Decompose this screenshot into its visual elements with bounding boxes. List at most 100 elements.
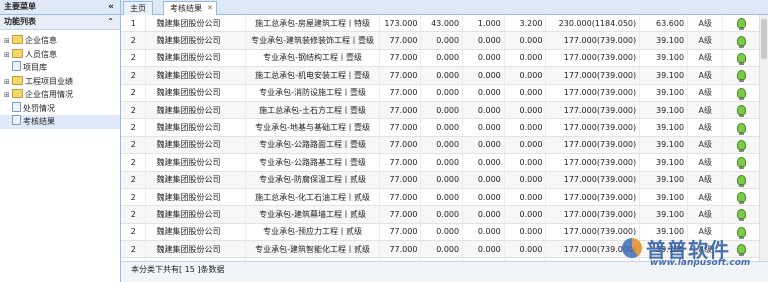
score-b: 0.000	[420, 171, 464, 189]
chevron-up-icon[interactable]: ⌃	[107, 15, 114, 29]
tree-item[interactable]: 考核结果	[0, 115, 120, 129]
total-score: 177.000(739.000)	[545, 205, 641, 224]
status-cell	[722, 136, 760, 155]
expand-plus-icon[interactable]: ⊞	[4, 35, 12, 49]
qualification: 专业承包-预应力工程丨贰级	[245, 223, 380, 242]
main-menu-header: 主要菜单 «	[0, 0, 120, 15]
qualification: 施工总承包-土石方工程丨壹级	[245, 101, 380, 120]
score-b: 0.000	[420, 84, 464, 102]
results-grid: 1 魏建集团股份公司 施工总承包-房屋建筑工程丨特级 173.000 43.000 1.0…	[121, 15, 760, 262]
row-number: 2	[121, 66, 147, 85]
score-a: 77.000	[379, 153, 422, 172]
expand-plus-icon[interactable]: ⊞	[4, 76, 12, 90]
table-row[interactable]: 2 魏建集团股份公司 专业承包-建筑幕墙工程丨贰级 77.000 0.000 0.000 0…	[121, 205, 760, 224]
table-row[interactable]: 2 魏建集团股份公司 专业承包-钢结构工程丨壹级 77.000 0.000 0.000 0.…	[121, 49, 760, 68]
tree-item-label: 工程项目业绩	[25, 76, 73, 86]
credit-level: A级	[687, 84, 724, 102]
table-row[interactable]: 2 魏建集团股份公司 专业承包-公路路基工程丨壹级 77.000 0.000 0.000 0…	[121, 153, 760, 172]
score-b: 0.000	[420, 240, 464, 259]
score-c: 0.000	[462, 136, 505, 155]
row-number: 2	[121, 118, 147, 137]
document-icon	[12, 101, 21, 112]
green-light-icon	[736, 18, 746, 31]
table-row[interactable]: 2 魏建集团股份公司 专业承包-防腐保温工程丨贰级 77.000 0.000 0.000 0…	[121, 171, 760, 189]
green-light-icon	[736, 157, 746, 170]
credit-level: A级	[687, 31, 724, 50]
company-name: 魏建集团股份公司	[145, 223, 247, 242]
total-score: 177.000(739.000)	[545, 84, 641, 102]
expand-plus-icon[interactable]: ⊞	[4, 49, 12, 63]
total-score: 177.000(739.000)	[545, 49, 641, 68]
row-number: 2	[121, 205, 147, 224]
row-number: 2	[121, 223, 147, 242]
green-light-icon	[736, 35, 746, 48]
tab-home[interactable]: 主页	[123, 1, 153, 15]
table-row[interactable]: 2 魏建集团股份公司 施工总承包-化工石油工程丨贰级 77.000 0.000 0.000…	[121, 188, 760, 207]
function-list-title: 功能列表	[4, 17, 36, 26]
row-number: 2	[121, 84, 147, 102]
qualification: 专业承包-公路路面工程丨壹级	[245, 136, 380, 155]
table-row[interactable]: 2 魏建集团股份公司 专业承包-消防设施工程丨壹级 77.000 0.000 0.000 0…	[121, 84, 760, 102]
vertical-scrollbar[interactable]	[759, 15, 768, 262]
score-a: 77.000	[379, 223, 422, 242]
green-light-icon	[736, 192, 746, 205]
score-c: 0.000	[462, 118, 505, 137]
score-c: 0.000	[462, 31, 505, 50]
watermark-logo: 普普软件 www.lanpusoft.com	[620, 232, 751, 272]
credit-level: A级	[687, 136, 724, 155]
record-count-text: 本分类下共有[ 15 ]条数据	[131, 265, 225, 274]
score-a: 77.000	[379, 205, 422, 224]
row-number: 2	[121, 101, 147, 120]
tree-item[interactable]: 项目库	[0, 61, 120, 75]
green-light-icon	[736, 87, 746, 100]
row-number: 2	[121, 136, 147, 155]
score-b: 0.000	[420, 188, 464, 207]
score-d: 0.000	[504, 49, 547, 68]
close-icon[interactable]: ✕	[207, 2, 213, 15]
assessment-score: 63.600	[639, 15, 689, 33]
assessment-score: 39.100	[639, 188, 689, 207]
score-d: 0.000	[504, 136, 547, 155]
left-panel: 主要菜单 « 功能列表 ⌃ ⊞ 企业信息 ⊞ 人员信息 项目库 ⊞ 工程项目业绩 ⊞ 企业信用情…	[0, 0, 121, 282]
score-d: 0.000	[504, 240, 547, 259]
tree-item[interactable]: ⊞ 工程项目业绩	[0, 75, 120, 89]
table-row[interactable]: 2 魏建集团股份公司 专业承包-建筑装修装饰工程丨壹级 77.000 0.000 0.00…	[121, 31, 760, 50]
table-row[interactable]: 1 魏建集团股份公司 施工总承包-房屋建筑工程丨特级 173.000 43.000 1.0…	[121, 15, 760, 33]
tree-item[interactable]: ⊞ 企业信用情况	[0, 88, 120, 102]
tab-assessment-result[interactable]: 考核结果 ✕	[163, 1, 217, 15]
table-row[interactable]: 2 魏建集团股份公司 施工总承包-机电安装工程丨壹级 77.000 0.000 0.000…	[121, 66, 760, 85]
row-number: 2	[121, 240, 147, 259]
table-row[interactable]: 2 魏建集团股份公司 专业承包-地基与基础工程丨壹级 77.000 0.000 0.000…	[121, 118, 760, 137]
credit-level: A级	[687, 49, 724, 68]
score-c: 0.000	[462, 188, 505, 207]
row-number: 2	[121, 188, 147, 207]
double-chevron-left-icon[interactable]: «	[108, 0, 114, 14]
table-row[interactable]: 2 魏建集团股份公司 专业承包-公路路面工程丨壹级 77.000 0.000 0.000 0…	[121, 136, 760, 155]
expand-plus-icon[interactable]: ⊞	[4, 89, 12, 103]
table-row[interactable]: 2 魏建集团股份公司 施工总承包-土石方工程丨壹级 77.000 0.000 0.000 0…	[121, 101, 760, 120]
score-d: 0.000	[504, 31, 547, 50]
green-light-icon	[736, 122, 746, 135]
qualification: 专业承包-公路路基工程丨壹级	[245, 153, 380, 172]
qualification: 专业承包-建筑智能化工程丨贰级	[245, 240, 380, 259]
score-c: 0.000	[462, 223, 505, 242]
watermark-url: www.lanpusoft.com	[650, 258, 751, 268]
folder-icon	[12, 89, 23, 98]
folder-icon	[12, 35, 23, 44]
scrollbar-thumb[interactable]	[761, 19, 767, 59]
logo-mark-icon	[622, 238, 642, 258]
score-c: 0.000	[462, 171, 505, 189]
total-score: 177.000(739.000)	[545, 101, 641, 120]
status-cell	[722, 49, 760, 68]
qualification: 施工总承包-机电安装工程丨壹级	[245, 66, 380, 85]
tree-item-label: 企业信息	[25, 36, 57, 45]
tree-item[interactable]: 处罚情况	[0, 101, 120, 116]
tree-item[interactable]: ⊞ 企业信息	[0, 34, 120, 48]
status-cell	[722, 205, 760, 224]
document-icon	[12, 61, 21, 71]
score-a: 77.000	[379, 188, 422, 207]
tree-item[interactable]: ⊞ 人员信息	[0, 48, 120, 62]
total-score: 177.000(739.000)	[545, 118, 641, 137]
row-number: 2	[121, 171, 147, 189]
status-cell	[722, 188, 760, 207]
